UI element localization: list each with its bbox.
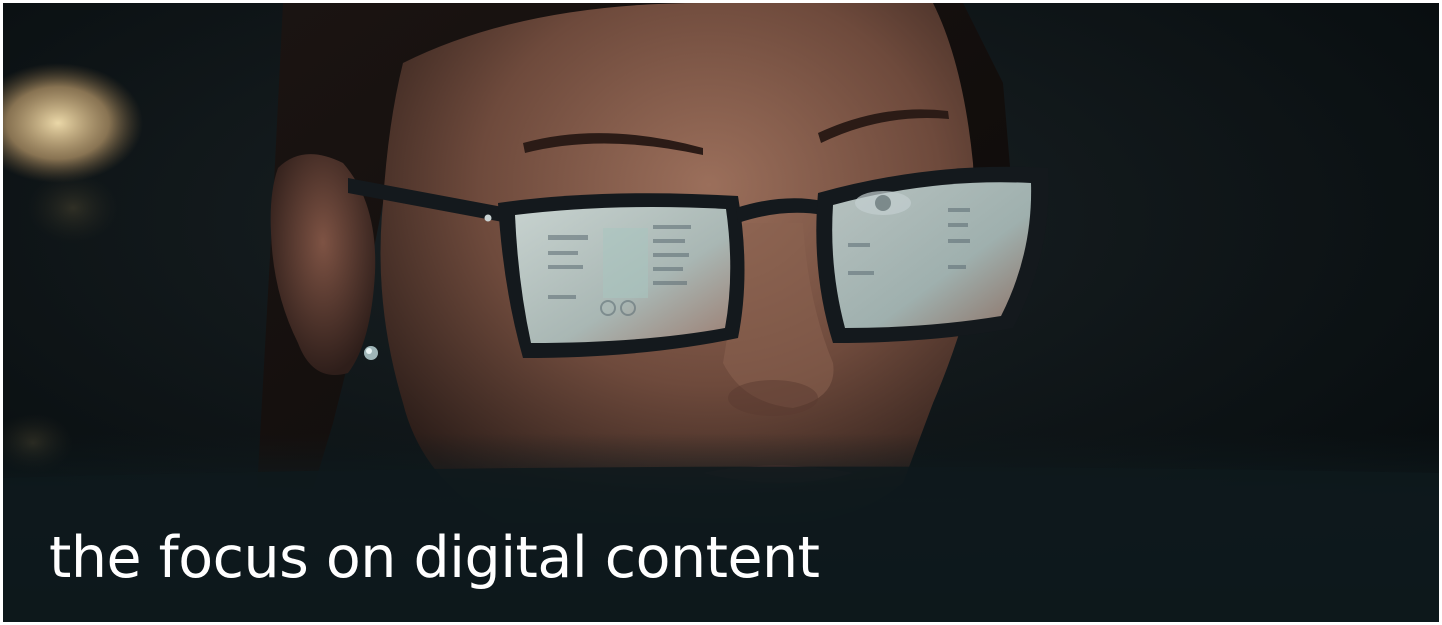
hero-banner: the focus on digital content: [0, 0, 1442, 625]
hero-caption: the focus on digital content: [49, 525, 820, 591]
